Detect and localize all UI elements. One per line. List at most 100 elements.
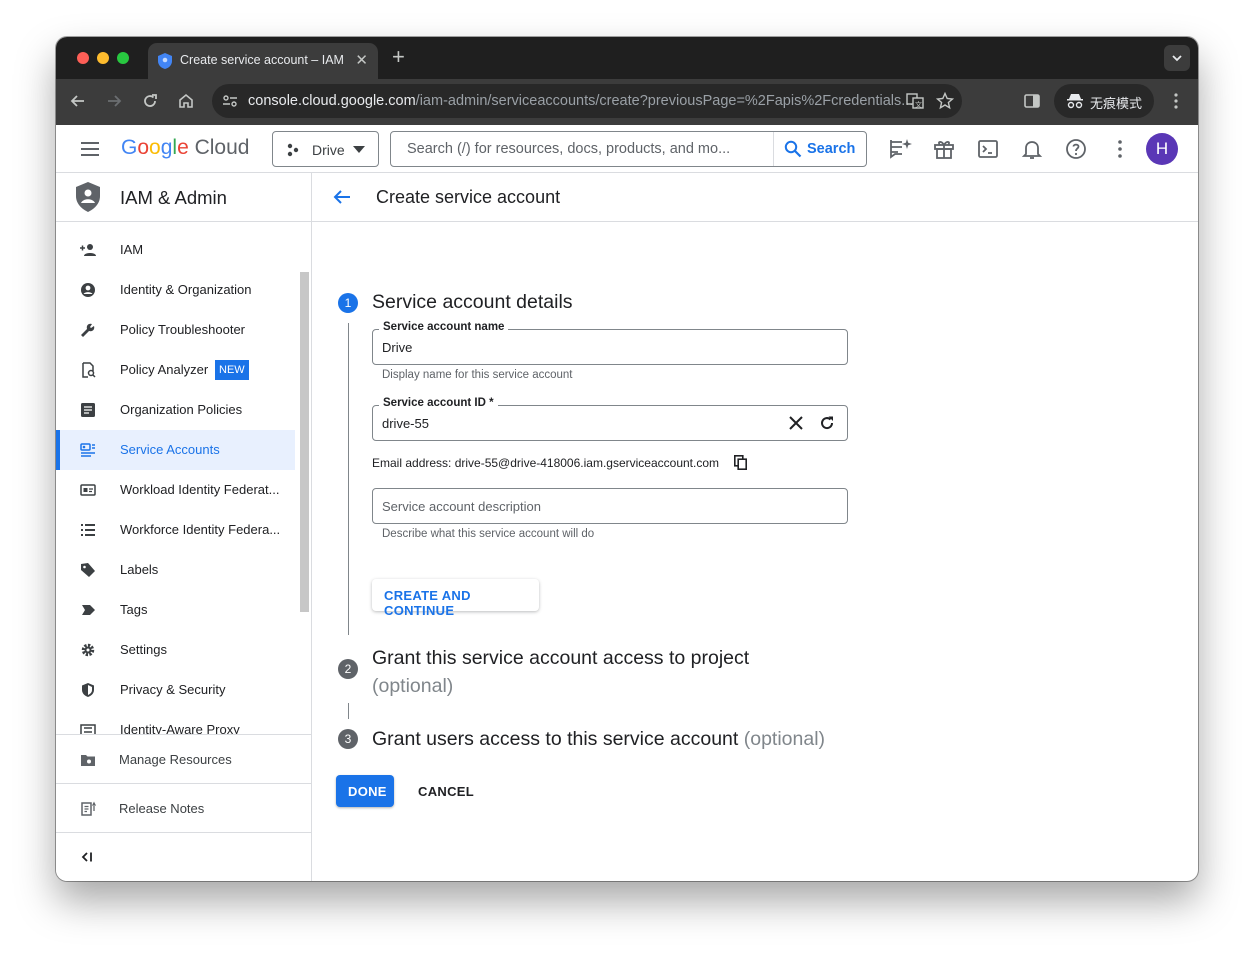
service-account-name-label: Service account name <box>379 321 509 333</box>
sidebar-nav: IAM Identity & Organization Policy Troub… <box>56 222 311 734</box>
sidebar-item-manage-resources[interactable]: Manage Resources <box>56 734 311 783</box>
clear-icon[interactable] <box>789 416 803 430</box>
sidebar-item-label: Policy Analyzer <box>120 362 209 377</box>
gift-icon[interactable] <box>932 137 956 161</box>
regenerate-refresh-icon[interactable] <box>819 415 835 431</box>
step-1-title[interactable]: Service account details <box>372 291 573 314</box>
sidebar-item-policy-troubleshooter[interactable]: Policy Troubleshooter <box>56 310 295 350</box>
tab-favicon-shield-icon <box>158 53 172 69</box>
sidebar-item-privacy-security[interactable]: Privacy & Security <box>56 670 295 710</box>
site-info-icon[interactable] <box>222 94 238 108</box>
tab-search-button[interactable] <box>1164 45 1190 71</box>
sidebar: IAM & Admin IAM Identity & Organization … <box>56 173 312 881</box>
sidebar-item-label: Settings <box>120 642 167 657</box>
sidebar-scrollbar[interactable] <box>300 272 309 612</box>
done-button[interactable]: DONE <box>336 775 394 807</box>
sidebar-item-label: Policy Troubleshooter <box>120 322 246 337</box>
service-account-description-hint: Describe what this service account will … <box>382 528 595 540</box>
sidebar-item-settings[interactable]: Settings <box>56 630 295 670</box>
sidebar-item-label: Organization Policies <box>120 402 243 417</box>
forward-icon[interactable] <box>104 91 124 111</box>
tab-close-icon[interactable]: ✕ <box>355 51 368 69</box>
service-account-name-input[interactable]: Drive <box>382 340 412 355</box>
label-tag-icon <box>81 563 95 577</box>
project-name: Drive <box>312 142 345 158</box>
gemini-chat-icon[interactable] <box>888 137 912 161</box>
dropdown-arrow-icon <box>353 146 365 153</box>
collapse-sidebar-button[interactable] <box>56 832 311 881</box>
step-1-connector <box>348 323 349 635</box>
sidebar-item-iam[interactable]: IAM <box>56 230 295 270</box>
main-content: Create service account 1 Service account… <box>312 173 1198 881</box>
side-panel-icon[interactable] <box>1022 91 1042 111</box>
step-2-connector <box>348 703 349 719</box>
google-cloud-logo[interactable]: Google Cloud <box>121 136 249 160</box>
search-button-label: Search <box>807 141 856 157</box>
sidebar-item-identity-aware-proxy[interactable]: Identity-Aware Proxy <box>56 710 295 734</box>
person-add-icon <box>80 244 96 256</box>
sidebar-item-tags[interactable]: Tags <box>56 590 295 630</box>
new-tab-icon[interactable]: + <box>392 45 405 69</box>
address-bar[interactable]: console.cloud.google.com/iam-admin/servi… <box>212 84 962 118</box>
project-icon <box>287 143 299 157</box>
back-icon[interactable] <box>68 91 88 111</box>
home-icon[interactable] <box>176 91 196 111</box>
sidebar-item-policy-analyzer[interactable]: Policy Analyzer NEW <box>56 350 295 390</box>
tag-arrow-icon <box>82 605 95 615</box>
sidebar-item-workload-identity-federation[interactable]: Workload Identity Federat... <box>56 470 295 510</box>
cloud-shell-icon[interactable] <box>976 137 1000 161</box>
reload-icon[interactable] <box>140 91 160 111</box>
cancel-button[interactable]: CANCEL <box>408 775 478 807</box>
service-account-id-field[interactable]: Service account ID * drive-55 <box>372 397 848 441</box>
service-account-description-input[interactable]: Service account description <box>382 499 541 514</box>
sidebar-item-label: Service Accounts <box>120 442 220 457</box>
translate-icon[interactable]: 文 <box>906 92 924 110</box>
help-icon[interactable] <box>1064 137 1088 161</box>
policy-analyzer-icon <box>82 362 96 378</box>
account-avatar[interactable]: H <box>1146 133 1178 165</box>
step-3-title[interactable]: Grant users access to this service accou… <box>372 728 825 751</box>
create-and-continue-button[interactable]: CREATE AND CONTINUE <box>372 579 539 618</box>
sidebar-item-label: IAM <box>120 242 144 257</box>
sidebar-item-identity-organization[interactable]: Identity & Organization <box>56 270 295 310</box>
browser-menu-icon[interactable] <box>1166 91 1186 111</box>
browser-toolbar: console.cloud.google.com/iam-admin/servi… <box>56 79 1198 125</box>
more-options-icon[interactable] <box>1108 137 1132 161</box>
sidebar-item-release-notes[interactable]: Release Notes <box>56 783 311 832</box>
document-list-icon <box>81 403 95 417</box>
search-input[interactable]: Search (/) for resources, docs, products… <box>407 141 757 157</box>
service-account-description-field[interactable]: Service account description <box>372 488 848 524</box>
release-notes-label: Release Notes <box>119 801 205 816</box>
maximize-window-button[interactable] <box>117 52 129 64</box>
bookmark-star-icon[interactable] <box>936 92 954 110</box>
service-account-name-field[interactable]: Service account name Drive <box>372 321 848 365</box>
back-arrow-icon[interactable] <box>330 185 354 209</box>
list-icon <box>81 524 95 536</box>
browser-window: Create service account – IAM ✕ + console… <box>56 37 1198 881</box>
service-account-id-input[interactable]: drive-55 <box>382 416 429 431</box>
minimize-window-button[interactable] <box>97 52 109 64</box>
sidebar-item-label: Identity-Aware Proxy <box>120 722 240 734</box>
sidebar-item-labels[interactable]: Labels <box>56 550 295 590</box>
step-2-title[interactable]: Grant this service account access to pro… <box>372 644 749 700</box>
sidebar-item-service-accounts[interactable]: Service Accounts <box>56 430 295 470</box>
hamburger-menu-icon[interactable] <box>80 139 100 159</box>
incognito-indicator[interactable]: 无痕模式 <box>1054 84 1154 118</box>
search-bar[interactable]: Search (/) for resources, docs, products… <box>390 131 867 167</box>
browser-tab[interactable]: Create service account – IAM ✕ <box>148 43 378 79</box>
console-header: Google Cloud Drive Search (/) for resour… <box>56 125 1198 173</box>
sidebar-item-workforce-identity-federation[interactable]: Workforce Identity Federa... <box>56 510 295 550</box>
copy-icon[interactable] <box>734 455 747 470</box>
tab-title: Create service account – IAM <box>180 53 344 67</box>
incognito-icon <box>1067 94 1083 109</box>
project-picker[interactable]: Drive <box>272 131 379 167</box>
create-and-continue-label: CREATE AND CONTINUE <box>384 588 471 618</box>
close-window-button[interactable] <box>77 52 89 64</box>
sidebar-item-organization-policies[interactable]: Organization Policies <box>56 390 295 430</box>
step-2-title-text: Grant this service account access to pro… <box>372 647 750 669</box>
collapse-sidebar-icon <box>81 852 92 862</box>
search-button[interactable]: Search <box>773 132 867 166</box>
notifications-bell-icon[interactable] <box>1020 137 1044 161</box>
url-host: console.cloud.google.com <box>248 93 416 109</box>
page-title: Create service account <box>376 187 561 207</box>
